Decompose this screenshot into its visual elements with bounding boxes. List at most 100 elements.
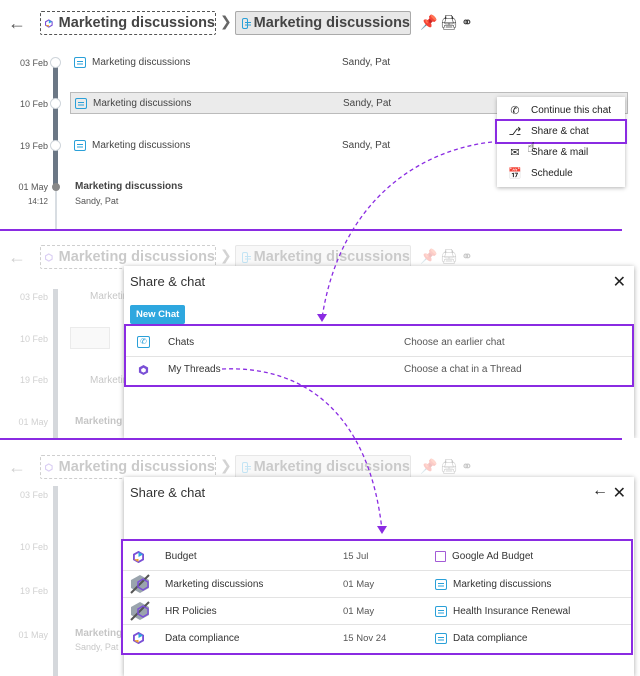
timeline-date: 19 Feb [19, 141, 48, 151]
chat-icon [242, 251, 251, 263]
thread-stack-icon [130, 601, 150, 621]
unlink-icon[interactable]: ⚭ [461, 14, 473, 31]
row-title: Marketing discussions [92, 139, 191, 151]
back-arrow-icon[interactable]: ← [8, 13, 26, 33]
print-icon[interactable]: 🖨 [440, 14, 458, 31]
thread-chat-name: Health Insurance Renewal [453, 605, 571, 617]
breadcrumb-current-label: Marketing discussions [253, 249, 410, 265]
share-chat-dialog: Share & chat ✕ New Chat ✆ Chats Choose a… [124, 266, 634, 438]
thread-row[interactable]: Budget 15 Jul Google Ad Budget [123, 543, 631, 570]
option-description: Choose an earlier chat [404, 336, 505, 348]
timeline-dot-current [52, 183, 60, 191]
dialog-title: Share & chat ✕ [124, 266, 634, 296]
timeline-line [53, 62, 58, 190]
chat-icon [75, 97, 87, 109]
timeline-date: 03 Feb [19, 292, 48, 302]
breadcrumb-current-label: Marketing discussions [253, 15, 410, 31]
option-row-my-threads[interactable]: My Threads Choose a chat in a Thread [126, 356, 632, 382]
chat-icon [74, 56, 86, 68]
timeline-date: 01 May [18, 182, 48, 192]
share-icon: ⎇ [508, 126, 522, 138]
timeline-dot [50, 57, 61, 68]
new-chat-button[interactable]: New Chat [130, 305, 186, 324]
thread-hexagon-icon [45, 462, 53, 472]
close-icon[interactable]: ✕ [613, 483, 626, 503]
breadcrumb-current-label: Marketing discussions [253, 459, 410, 475]
menu-item-share-mail[interactable]: ✉ Share & mail [497, 142, 625, 163]
dialog-title: Share & chat ← ✕ [124, 477, 634, 507]
menu-item-continue-chat[interactable]: ✆ Continue this chat [497, 100, 625, 121]
option-description: Choose a chat in a Thread [404, 364, 522, 375]
timeline-line [53, 486, 58, 676]
thread-hexagon-icon [133, 632, 144, 644]
timeline-date: 01 May [18, 417, 48, 427]
breadcrumb-parent-thread: Marketing discussions [40, 455, 216, 479]
thread-name: Budget [165, 551, 197, 562]
thread-row[interactable]: Data compliance 15 Nov 24 Data complianc… [123, 624, 631, 651]
timeline-date: 01 May [18, 630, 48, 640]
dialog-title-text: Share & chat [130, 484, 206, 500]
pin-icon[interactable]: 📌 [420, 14, 437, 31]
thread-date: 15 Jul [343, 551, 369, 562]
latest-participants: Sandy, Pat [75, 196, 119, 206]
threads-highlight-box: Budget 15 Jul Google Ad Budget Marketing… [121, 539, 633, 655]
back-arrow-icon[interactable]: ← [592, 482, 608, 500]
timeline-time: 14:12 [27, 197, 48, 206]
menu-item-schedule[interactable]: 📅 Schedule [497, 163, 625, 184]
thread-row[interactable]: HR Policies 01 May Health Insurance Rene… [123, 597, 631, 624]
chat-icon [435, 632, 447, 644]
panel-timeline-menu: ← Marketing discussions ❯ Marketing disc… [0, 0, 640, 230]
timeline-date: 03 Feb [19, 58, 48, 68]
mail-icon: ✉ [510, 147, 520, 159]
breadcrumb-parent-label: Marketing discussions [58, 249, 215, 265]
latest-participants: Sandy, Pat [75, 642, 119, 652]
step-separator [0, 229, 622, 231]
row-participants: Sandy, Pat [342, 56, 391, 68]
chat-icon [242, 17, 251, 29]
thread-chat-name: Marketing discussions [453, 578, 552, 590]
calendar-icon: 📅 [508, 168, 522, 180]
option-row-chats[interactable]: ✆ Chats Choose an earlier chat [126, 329, 632, 355]
thread-row[interactable]: Marketing discussions 01 May Marketing d… [123, 570, 631, 597]
panel-thread-picker: ← Marketing discussions ❯ Marketing disc… [0, 444, 640, 676]
breadcrumb-current-chat[interactable]: Marketing discussions [235, 11, 411, 35]
option-name: Chats [168, 336, 195, 348]
breadcrumb-current-chat: Marketing discussions [235, 455, 411, 479]
close-icon[interactable]: ✕ [613, 272, 626, 292]
context-menu: ✆ Continue this chat ⎇ Share & chat ✉ Sh… [495, 97, 627, 187]
row-participants: Sandy, Pat [342, 139, 391, 151]
chevron-right-icon: ❯ [220, 247, 232, 263]
menu-item-share-chat[interactable]: ⎇ Share & chat [495, 119, 627, 144]
timeline-row-selected [70, 327, 110, 349]
timeline-dot [50, 140, 61, 151]
timeline-date: 10 Feb [19, 99, 48, 109]
thread-date: 01 May [343, 605, 375, 617]
timeline-line [53, 289, 58, 438]
breadcrumb-parent-thread[interactable]: Marketing discussions [40, 11, 216, 35]
menu-item-label: Share & chat [531, 126, 589, 137]
thread-date: 01 May [343, 578, 375, 590]
breadcrumb: ← Marketing discussions ❯ Marketing disc… [0, 10, 640, 36]
menu-item-label: Schedule [531, 168, 573, 179]
option-name: My Threads [168, 364, 221, 375]
chevron-right-icon: ❯ [220, 457, 232, 473]
timeline-date: 10 Feb [19, 334, 48, 344]
timeline-line-tail [55, 190, 57, 230]
row-title: Marketing discussions [92, 56, 191, 68]
thread-name: Data compliance [165, 632, 240, 644]
options-highlight-box: ✆ Chats Choose an earlier chat My Thread… [124, 324, 634, 387]
timeline-date: 03 Feb [19, 490, 48, 500]
breadcrumb-parent-label: Marketing discussions [58, 15, 215, 31]
back-arrow-icon: ← [8, 457, 26, 477]
timeline-date: 19 Feb [19, 375, 48, 385]
timeline-date: 10 Feb [19, 542, 48, 552]
chat-icon [435, 578, 447, 590]
thread-hexagon-icon [133, 550, 144, 563]
timeline-row[interactable]: Marketing discussions Sandy, Pat [70, 51, 628, 73]
timeline-dot [50, 98, 61, 109]
thread-date: 15 Nov 24 [343, 632, 387, 644]
pin-icon: 📌 [420, 248, 438, 264]
thread-stack-icon [130, 574, 150, 594]
unlink-icon: ⚭ [461, 248, 473, 264]
chat-phone-icon: ✆ [510, 105, 520, 117]
